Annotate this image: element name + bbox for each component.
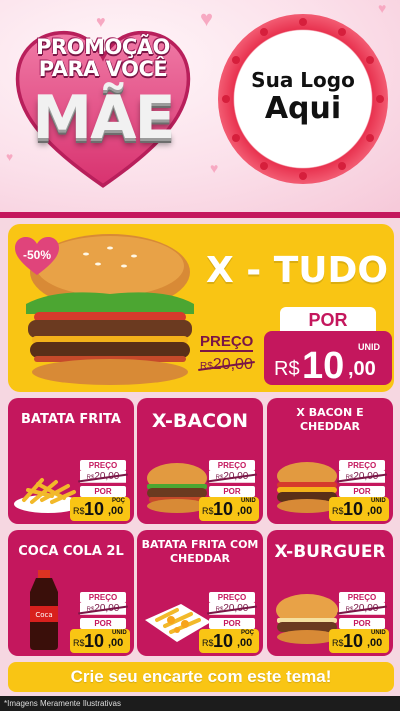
product-name: X BACON E CHEDDAR	[296, 406, 364, 433]
preco-label: PREÇO	[339, 460, 385, 471]
cta-banner[interactable]: Crie seu encarte com este tema!	[8, 662, 394, 692]
currency: R$	[274, 358, 300, 380]
currency: R$	[202, 638, 214, 648]
product-card[interactable]: X-BURGUERPREÇOR$20,00PORR$10,00UNID	[267, 530, 393, 656]
promo-line-3: MÃE	[32, 83, 175, 153]
por-label: POR	[80, 618, 126, 629]
price-integer: 10	[213, 631, 234, 651]
price-integer: 10	[343, 499, 364, 519]
logo-line-1: Sua Logo	[251, 68, 355, 92]
new-price: R$ 10,00 UNID	[329, 629, 389, 653]
preco-label: PREÇO	[209, 592, 255, 603]
price-block: PREÇOR$20,00PORR$10,00UNID	[199, 460, 259, 521]
discount-label: -50%	[22, 248, 51, 262]
featured-new-price: R$ 10 ,00 UNID	[264, 331, 392, 387]
preco-label: PREÇO	[200, 333, 254, 352]
svg-text:Coca: Coca	[35, 611, 52, 619]
unit-label: POÇ	[241, 630, 255, 636]
unit-label: UNID	[112, 630, 127, 636]
por-label: POR	[339, 618, 385, 629]
new-price: R$ 10,00 POÇ	[199, 629, 259, 653]
old-price: R$20,00	[337, 603, 387, 615]
price-cents: ,00	[348, 358, 376, 380]
promo-title: PROMOÇÃO PARA VOCÊ MÃE	[14, 36, 192, 150]
price-cents: ,00	[108, 637, 124, 649]
currency: R$	[332, 506, 344, 516]
promo-line-1: PROMOÇÃO	[36, 35, 170, 59]
old-price: R$20,00	[207, 471, 257, 483]
old-price: R$20,00	[78, 603, 128, 615]
new-price: R$ 10,00 UNID	[199, 497, 259, 521]
price-cents: ,00	[237, 505, 253, 517]
old-price: R$20,00	[198, 356, 255, 374]
price-block: PREÇOR$20,00PORR$10,00UNID	[70, 592, 130, 653]
price-integer: 10	[302, 345, 345, 387]
preco-label: PREÇO	[80, 592, 126, 603]
por-label: POR	[209, 618, 255, 629]
old-price: R$20,00	[78, 471, 128, 483]
header-banner: ♥ ♥ ♥ ♥ ♥ PROMOÇÃO PARA VOCÊ MÃE Sua Log…	[0, 0, 400, 212]
price-block: PREÇOR$20,00PORR$10,00POÇ	[199, 592, 259, 653]
preco-label: PREÇO	[339, 592, 385, 603]
heart-icon: ♥	[6, 150, 14, 164]
product-name: X-BACON	[151, 410, 249, 432]
currency: R$	[202, 506, 214, 516]
product-card[interactable]: X BACON E CHEDDARPREÇOR$20,00PORR$10,00U…	[267, 398, 393, 524]
unit-label: UNID	[241, 498, 256, 504]
product-card[interactable]: X-BACONPREÇOR$20,00PORR$10,00UNID	[137, 398, 263, 524]
currency: R$	[73, 638, 85, 648]
price-cents: ,00	[367, 505, 383, 517]
price-integer: 10	[343, 631, 364, 651]
product-name: BATATA FRITA	[21, 412, 121, 427]
price-block: PREÇOR$20,00PORR$10,00UNID	[329, 460, 389, 521]
unit-label: UNID	[371, 630, 386, 636]
product-name: BATATA FRITA COM CHEDDAR	[141, 538, 259, 565]
price-integer: 10	[213, 499, 234, 519]
product-card[interactable]: BATATA FRITA COM CHEDDARPREÇOR$20,00PORR…	[137, 530, 263, 656]
preco-label: PREÇO	[80, 460, 126, 471]
featured-old-price-block: PREÇO R$20,00	[198, 333, 266, 374]
featured-product-name: X - TUDO	[205, 250, 389, 291]
panel-top-border	[0, 212, 400, 218]
unit-label: POÇ	[112, 498, 126, 504]
price-integer: 10	[84, 499, 105, 519]
preco-label: PREÇO	[209, 460, 255, 471]
product-card[interactable]: BATATA FRITAPREÇOR$20,00PORR$10,00POÇ	[8, 398, 134, 524]
price-block: PREÇOR$20,00PORR$10,00UNID	[329, 592, 389, 653]
por-label: POR	[280, 307, 376, 333]
currency: R$	[73, 506, 85, 516]
old-price: R$20,00	[207, 603, 257, 615]
unit-label: UNID	[371, 498, 386, 504]
product-name: X-BURGUER	[274, 542, 386, 562]
price-cents: ,00	[237, 637, 253, 649]
product-name: COCA COLA 2L	[18, 544, 124, 559]
unit-label: UNID	[358, 342, 380, 352]
por-label: POR	[339, 486, 385, 497]
promo-line-2: PARA VOCÊ	[38, 57, 168, 81]
por-label: POR	[80, 486, 126, 497]
price-integer: 10	[84, 631, 105, 651]
logo-placeholder: Sua Logo Aqui	[240, 68, 366, 126]
disclaimer-footer: *Imagens Meramente Ilustrativas	[0, 696, 400, 711]
product-card[interactable]: COCA COLA 2LCocaPREÇOR$20,00PORR$10,00UN…	[8, 530, 134, 656]
price-block: PREÇOR$20,00PORR$10,00POÇ	[70, 460, 130, 521]
price-cents: ,00	[367, 637, 383, 649]
old-price: R$20,00	[337, 471, 387, 483]
price-cents: ,00	[108, 505, 124, 517]
currency: R$	[332, 638, 344, 648]
logo-line-2: Aqui	[264, 91, 342, 126]
new-price: R$ 10,00 UNID	[70, 629, 130, 653]
heart-icon: ♥	[200, 6, 214, 31]
new-price: R$ 10,00 POÇ	[70, 497, 130, 521]
por-label: POR	[209, 486, 255, 497]
new-price: R$ 10,00 UNID	[329, 497, 389, 521]
